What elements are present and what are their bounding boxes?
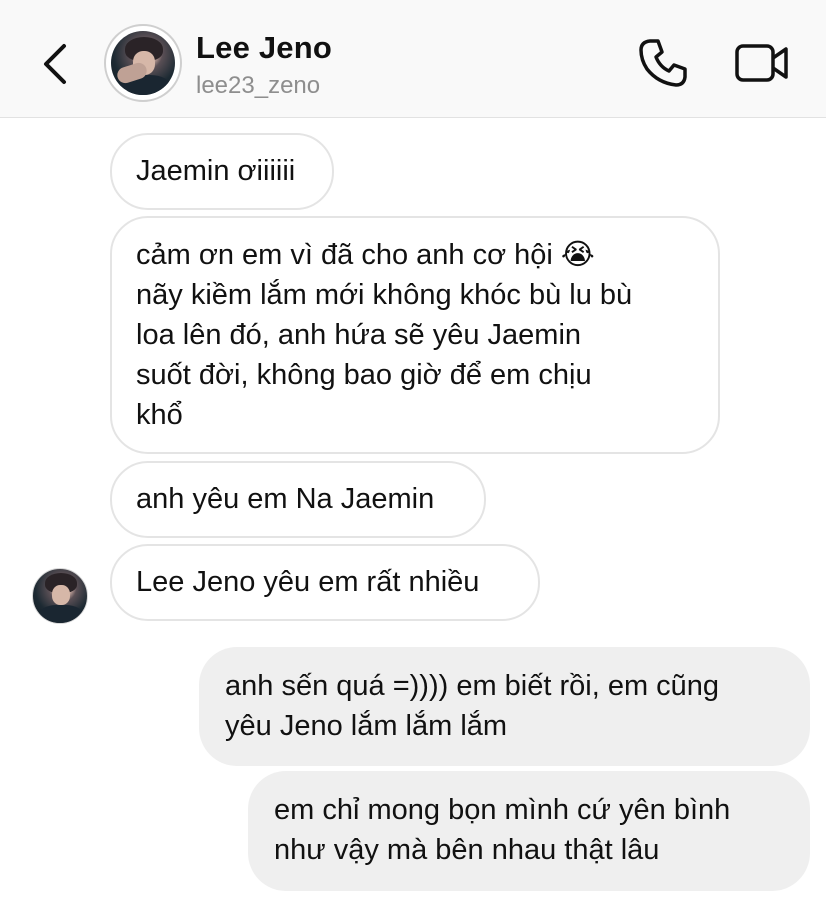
message-incoming-3[interactable]: anh yêu em Na Jaemin [110, 461, 486, 538]
video-camera-icon [735, 44, 788, 82]
audio-call-button[interactable] [636, 36, 690, 90]
message-text: Lee Jeno yêu em rất nhiều [136, 566, 480, 598]
message-text: anh sến quá =)))) em biết rồi, em cũng y… [225, 670, 720, 742]
message-incoming-2[interactable]: cảm ơn em vì đã cho anh cơ hội 😭 nãy kiề… [110, 216, 720, 454]
message-text: nãy kiềm lắm mới không khóc bù lu bù loa… [136, 279, 633, 431]
back-button[interactable] [38, 42, 72, 86]
contact-avatar[interactable] [104, 24, 182, 102]
message-text: em chỉ mong bọn mình cứ yên bình như vậy… [274, 794, 731, 866]
contact-username[interactable]: lee23_zeno [196, 72, 320, 100]
contact-name[interactable]: Lee Jeno [196, 30, 332, 66]
sender-avatar[interactable] [32, 568, 88, 624]
chevron-left-icon [44, 44, 66, 84]
message-text: anh yêu em Na Jaemin [136, 483, 435, 515]
phone-icon [639, 39, 687, 87]
message-text: cảm ơn em vì đã cho anh cơ hội 😭 [136, 239, 595, 271]
message-text: Jaemin ơiiiiii [136, 155, 296, 187]
message-outgoing-2[interactable]: em chỉ mong bọn mình cứ yên bình như vậy… [248, 771, 810, 891]
message-incoming-1[interactable]: Jaemin ơiiiiii [110, 133, 334, 210]
chat-header: Lee Jeno lee23_zeno [0, 0, 826, 118]
message-outgoing-1[interactable]: anh sến quá =)))) em biết rồi, em cũng y… [199, 647, 810, 766]
video-call-button[interactable] [734, 38, 790, 88]
message-incoming-4[interactable]: Lee Jeno yêu em rất nhiều [110, 544, 540, 621]
avatar-photo [111, 31, 175, 95]
